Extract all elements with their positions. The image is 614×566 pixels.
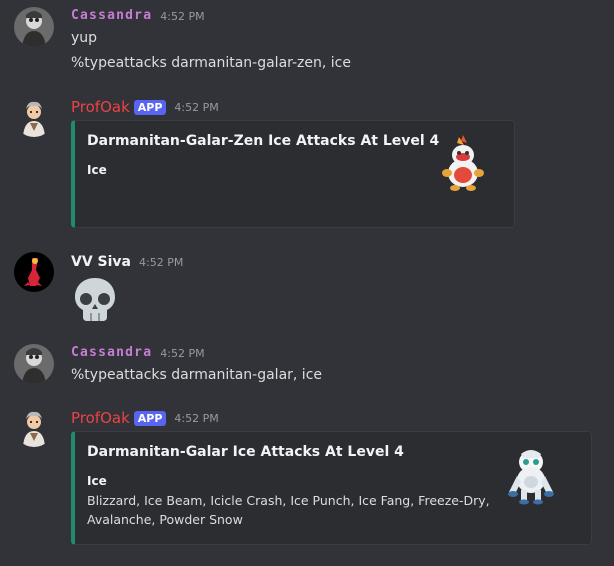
timestamp: 4:52 PM — [160, 346, 205, 360]
cassandra-avatar-icon — [14, 7, 54, 47]
message-header: ProfOak APP 4:52 PM — [71, 408, 219, 428]
timestamp: 4:52 PM — [160, 9, 205, 23]
username-cassandra[interactable]: Cassandra — [71, 343, 152, 363]
message-cassandra-2: Cassandra 4:52 PM %typeattacks darmanita… — [0, 340, 614, 400]
profoak-avatar-icon — [14, 97, 54, 137]
message-cassandra-1: Cassandra 4:52 PM yup %typeattacks darma… — [0, 0, 614, 90]
avatar-profoak[interactable] — [14, 407, 54, 447]
avatar-vvsiva[interactable] — [14, 252, 54, 292]
username-cassandra[interactable]: Cassandra — [71, 6, 152, 26]
message-header: Cassandra 4:52 PM — [71, 343, 205, 363]
timestamp: 4:52 PM — [139, 255, 184, 269]
darmanitan-galar-zen-sprite-icon — [442, 135, 484, 191]
avatar-profoak[interactable] — [14, 97, 54, 137]
timestamp: 4:52 PM — [174, 100, 219, 114]
embed-field-value: Avalanche, Powder Snow — [87, 512, 243, 527]
skull-emoji-icon — [75, 278, 115, 321]
embed-field-name: Ice — [87, 163, 107, 177]
username-profoak[interactable]: ProfOak — [71, 408, 130, 428]
message-text: %typeattacks darmanitan-galar-zen, ice — [71, 55, 351, 71]
message-profoak-1: ProfOak APP 4:52 PM Darmanitan-Galar-Zen… — [0, 90, 614, 240]
message-header: VV Siva 4:52 PM — [71, 252, 183, 272]
message-header: ProfOak APP 4:52 PM — [71, 97, 219, 117]
message-profoak-2: ProfOak APP 4:52 PM Darmanitan-Galar Ice… — [0, 400, 614, 566]
embed-title: Darmanitan-Galar-Zen Ice Attacks At Leve… — [87, 133, 440, 149]
embed-thumbnail[interactable] — [437, 133, 489, 193]
embed-thumbnail[interactable] — [505, 446, 557, 506]
message-vvsiva: VV Siva 4:52 PM — [0, 245, 614, 340]
profoak-avatar-icon — [14, 407, 54, 447]
username-profoak[interactable]: ProfOak — [71, 97, 130, 117]
embed-field-value: Blizzard, Ice Beam, Icicle Crash, Ice Pu… — [87, 493, 490, 508]
embed-title: Darmanitan-Galar Ice Attacks At Level 4 — [87, 444, 404, 460]
message-text: %typeattacks darmanitan-galar, ice — [71, 367, 323, 383]
embed-card: Darmanitan-Galar-Zen Ice Attacks At Leve… — [71, 120, 515, 228]
avatar-cassandra[interactable] — [14, 7, 54, 47]
chat-message-list: Cassandra 4:52 PM yup %typeattacks darma… — [0, 0, 614, 566]
message-header: Cassandra 4:52 PM — [71, 6, 205, 26]
embed-field-name: Ice — [87, 474, 107, 488]
embed-card: Darmanitan-Galar Ice Attacks At Level 4 … — [71, 431, 592, 545]
timestamp: 4:52 PM — [174, 411, 219, 425]
message-text: yup — [71, 30, 98, 46]
app-badge: APP — [133, 410, 167, 426]
vvsiva-avatar-icon — [14, 252, 54, 292]
avatar-cassandra[interactable] — [14, 344, 54, 384]
darmanitan-galar-sprite-icon — [508, 450, 554, 505]
app-badge: APP — [133, 99, 167, 115]
skull-emoji[interactable] — [71, 275, 119, 323]
username-vvsiva[interactable]: VV Siva — [71, 252, 131, 272]
cassandra-avatar-icon — [14, 344, 54, 384]
